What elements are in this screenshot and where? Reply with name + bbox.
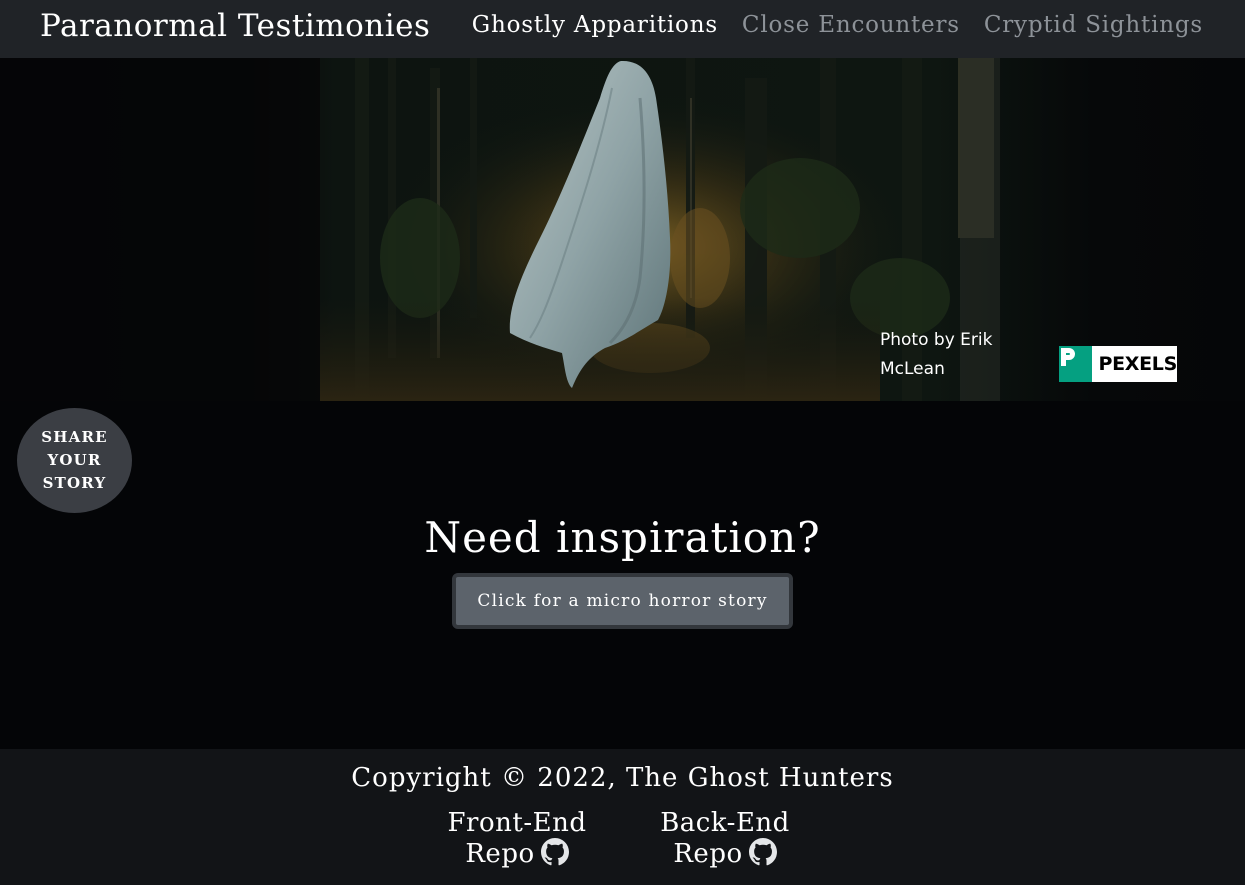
share-label-line3: STORY xyxy=(42,474,107,492)
navbar: Paranormal Testimonies Ghostly Apparitio… xyxy=(0,0,1245,58)
github-icon xyxy=(748,838,777,866)
front-end-repo-line2: Repo xyxy=(465,839,535,869)
pexels-logo-icon xyxy=(1059,346,1093,382)
micro-horror-story-button[interactable]: Click for a micro horror story xyxy=(452,573,793,629)
share-label-line2: YOUR xyxy=(47,451,102,469)
nav-links: Ghostly Apparitions Close Encounters Cry… xyxy=(472,12,1203,38)
nav-link-ghostly-apparitions[interactable]: Ghostly Apparitions xyxy=(472,12,718,38)
footer: Copyright © 2022, The Ghost Hunters Fron… xyxy=(0,749,1245,885)
pexels-logo-link[interactable]: PEXELS xyxy=(1059,346,1177,382)
copyright-text: Copyright © 2022, The Ghost Hunters xyxy=(351,763,894,793)
nav-link-close-encounters[interactable]: Close Encounters xyxy=(742,12,960,38)
github-icon xyxy=(540,838,569,866)
back-end-repo-line1: Back-End xyxy=(660,808,790,838)
front-end-repo-line1: Front-End xyxy=(447,808,587,838)
share-label-line1: SHARE xyxy=(41,428,108,446)
photo-credit-line1: Photo by Erik xyxy=(880,330,993,350)
brand-title[interactable]: Paranormal Testimonies xyxy=(40,8,430,44)
share-your-story-button[interactable]: SHARE YOUR STORY xyxy=(17,408,132,513)
hero-banner: Photo by Erik McLean PEXELS xyxy=(0,58,1245,401)
share-your-story-label: SHARE YOUR STORY xyxy=(35,426,115,495)
pexels-wordmark: PEXELS xyxy=(1098,353,1177,375)
photo-credit-line2: McLean xyxy=(880,359,945,379)
front-end-repo-link[interactable]: Front-End Repo xyxy=(446,809,588,869)
photo-credit[interactable]: Photo by Erik McLean xyxy=(880,326,1020,384)
nav-link-cryptid-sightings[interactable]: Cryptid Sightings xyxy=(984,12,1203,38)
back-end-repo-line2: Repo xyxy=(673,839,743,869)
back-end-repo-link[interactable]: Back-End Repo xyxy=(660,809,790,869)
inspiration-heading: Need inspiration? xyxy=(424,513,821,562)
